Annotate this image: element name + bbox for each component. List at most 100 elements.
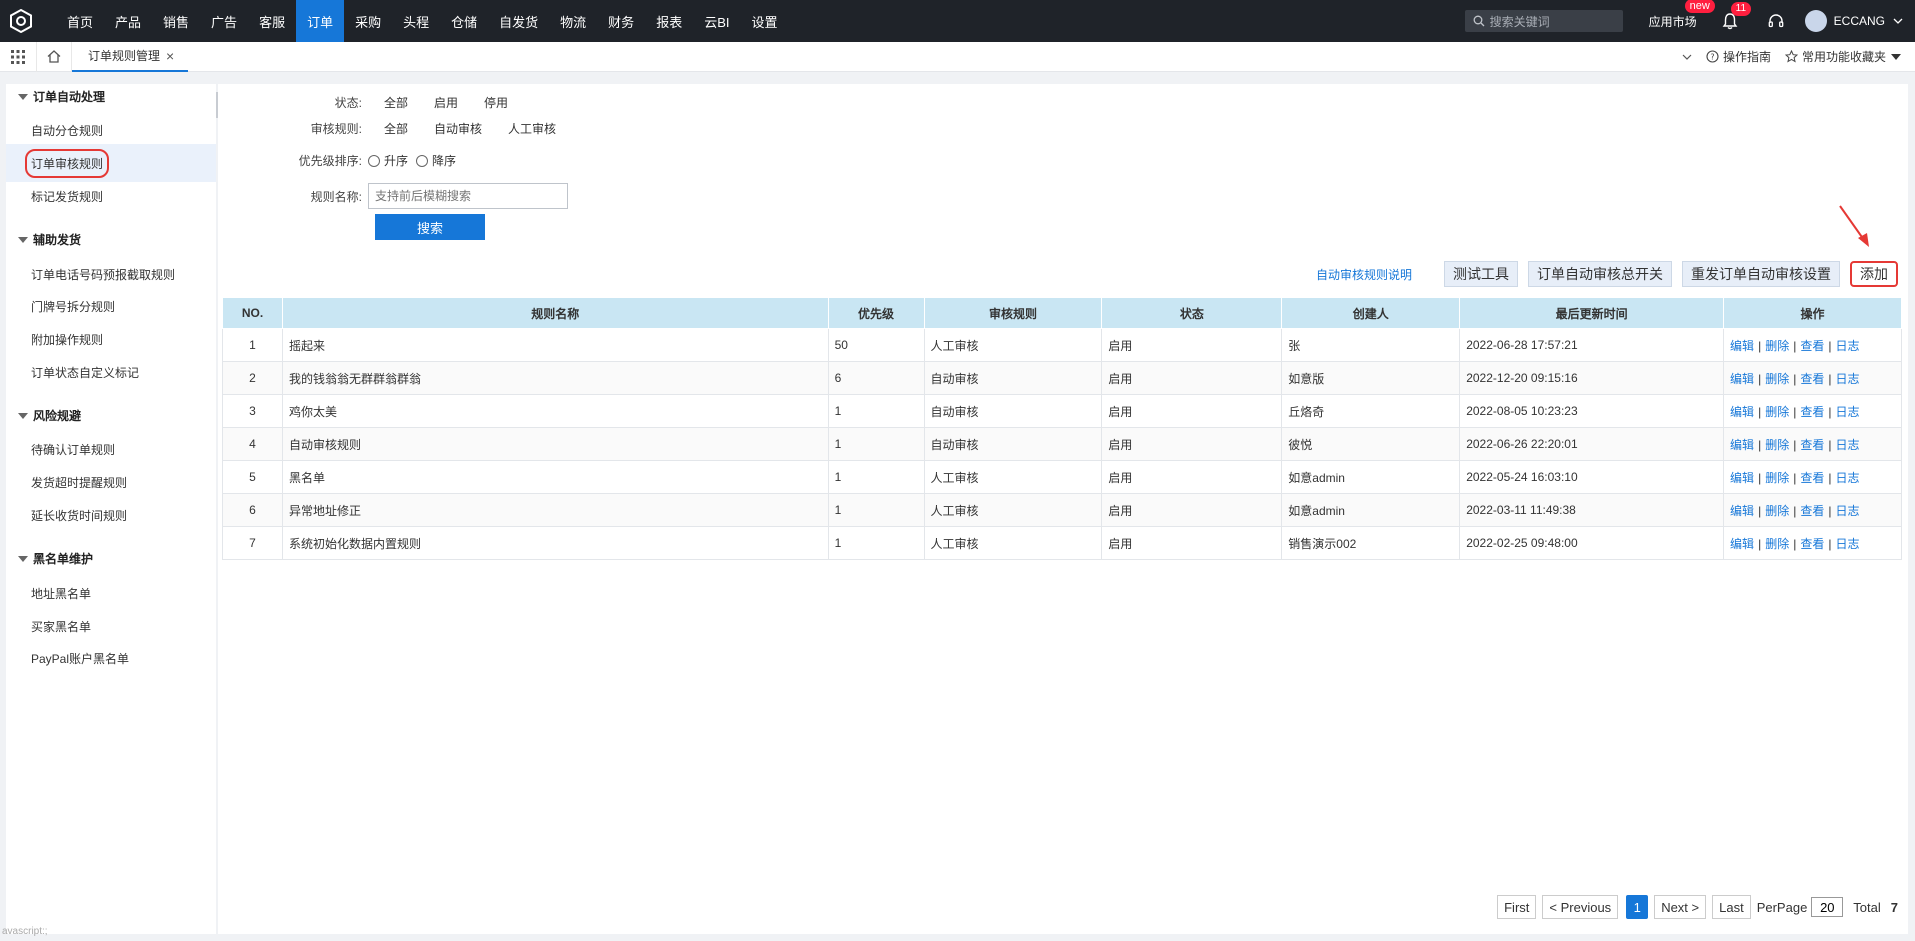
delete-link[interactable]: 删除 bbox=[1765, 471, 1789, 485]
delete-link[interactable]: 删除 bbox=[1765, 438, 1789, 452]
sidebar-group-2[interactable]: 风险规避 bbox=[18, 407, 81, 424]
menu-item-13[interactable]: 云BI bbox=[693, 0, 740, 42]
view-link[interactable]: 查看 bbox=[1800, 372, 1824, 386]
sidebar-group-1[interactable]: 辅助发货 bbox=[18, 231, 81, 248]
rule-name-input[interactable] bbox=[368, 183, 568, 209]
menu-item-3[interactable]: 广告 bbox=[200, 0, 248, 42]
view-link[interactable]: 查看 bbox=[1800, 471, 1824, 485]
rule-opt-manual[interactable]: 人工审核 bbox=[508, 120, 556, 137]
log-link[interactable]: 日志 bbox=[1835, 405, 1859, 419]
apps-grid-icon[interactable] bbox=[0, 42, 36, 72]
headset-icon[interactable] bbox=[1767, 12, 1785, 30]
table-row: 6 异常地址修正 1 人工审核 启用 如意admin 2022-03-11 11:49:38… bbox=[222, 493, 1902, 527]
last-page-button[interactable]: Last bbox=[1712, 895, 1751, 919]
avatar[interactable] bbox=[1804, 10, 1827, 32]
delete-link[interactable]: 删除 bbox=[1765, 537, 1789, 551]
sidebar-item-2-2[interactable]: 延长收货时间规则 bbox=[6, 496, 216, 534]
log-link[interactable]: 日志 bbox=[1835, 504, 1859, 518]
sort-asc-radio[interactable] bbox=[368, 154, 380, 167]
menu-item-10[interactable]: 物流 bbox=[549, 0, 597, 42]
menu-item-5[interactable]: 订单 bbox=[296, 0, 345, 42]
edit-link[interactable]: 编辑 bbox=[1730, 504, 1754, 518]
svg-text:?: ? bbox=[1710, 53, 1714, 62]
sidebar-group-0[interactable]: 订单自动处理 bbox=[18, 88, 105, 105]
menu-item-14[interactable]: 设置 bbox=[741, 0, 789, 42]
delete-link[interactable]: 删除 bbox=[1765, 339, 1789, 353]
global-search-input[interactable]: 搜索关键词 bbox=[1464, 10, 1623, 32]
bell-icon[interactable]: 11 bbox=[1721, 2, 1752, 30]
delete-link[interactable]: 删除 bbox=[1765, 504, 1789, 518]
next-page-button[interactable]: Next > bbox=[1654, 895, 1707, 919]
table-cell: 启用 bbox=[1101, 493, 1283, 527]
view-link[interactable]: 查看 bbox=[1800, 339, 1824, 353]
sidebar-item-0-2[interactable]: 标记发货规则 bbox=[6, 177, 216, 215]
master-switch-button[interactable]: 订单自动审核总开关 bbox=[1528, 261, 1672, 287]
table-cell: 2022-02-25 09:48:00 bbox=[1459, 526, 1725, 560]
view-link[interactable]: 查看 bbox=[1800, 438, 1824, 452]
view-link[interactable]: 查看 bbox=[1800, 504, 1824, 518]
edit-link[interactable]: 编辑 bbox=[1730, 438, 1754, 452]
chevron-down-icon[interactable] bbox=[1682, 52, 1692, 62]
menu-item-2[interactable]: 销售 bbox=[152, 0, 200, 42]
edit-link[interactable]: 编辑 bbox=[1730, 405, 1754, 419]
username[interactable]: ECCANG bbox=[1834, 14, 1885, 28]
menu-item-4[interactable]: 客服 bbox=[248, 0, 296, 42]
edit-link[interactable]: 编辑 bbox=[1730, 471, 1754, 485]
menu-item-12[interactable]: 报表 bbox=[645, 0, 693, 42]
guide-link[interactable]: ? 操作指南 bbox=[1706, 48, 1771, 65]
sidebar-item-1-3[interactable]: 订单状态自定义标记 bbox=[6, 353, 216, 391]
first-page-button[interactable]: First bbox=[1497, 895, 1537, 919]
sidebar-item-3-2[interactable]: PayPal账户黑名单 bbox=[6, 639, 216, 677]
perpage-input[interactable] bbox=[1811, 897, 1844, 917]
status-opt-disabled[interactable]: 停用 bbox=[484, 94, 508, 111]
column-header-3: 审核规则 bbox=[923, 297, 1103, 329]
test-tool-button[interactable]: 测试工具 bbox=[1444, 261, 1518, 287]
log-link[interactable]: 日志 bbox=[1835, 537, 1859, 551]
chevron-down-icon[interactable] bbox=[1893, 16, 1903, 26]
auto-review-help-link[interactable]: 自动审核规则说明 bbox=[1316, 266, 1412, 283]
rule-opt-all[interactable]: 全部 bbox=[384, 120, 408, 137]
menu-item-0[interactable]: 首页 bbox=[56, 0, 104, 42]
logo-icon[interactable] bbox=[0, 0, 42, 42]
menu-item-1[interactable]: 产品 bbox=[104, 0, 152, 42]
table-cell: 50 bbox=[827, 328, 925, 362]
edit-link[interactable]: 编辑 bbox=[1730, 339, 1754, 353]
edit-link[interactable]: 编辑 bbox=[1730, 537, 1754, 551]
view-link[interactable]: 查看 bbox=[1800, 405, 1824, 419]
log-link[interactable]: 日志 bbox=[1835, 372, 1859, 386]
sort-desc-radio[interactable] bbox=[416, 154, 429, 167]
resend-settings-button[interactable]: 重发订单自动审核设置 bbox=[1682, 261, 1840, 287]
close-icon[interactable]: × bbox=[166, 48, 174, 64]
status-opt-enabled[interactable]: 启用 bbox=[434, 94, 458, 111]
view-link[interactable]: 查看 bbox=[1800, 537, 1824, 551]
delete-link[interactable]: 删除 bbox=[1765, 405, 1789, 419]
log-link[interactable]: 日志 bbox=[1835, 438, 1859, 452]
status-opt-all[interactable]: 全部 bbox=[384, 94, 408, 111]
favorites-link[interactable]: 常用功能收藏夹 bbox=[1784, 48, 1905, 65]
home-icon[interactable] bbox=[36, 41, 72, 72]
menu-item-7[interactable]: 头程 bbox=[392, 0, 440, 42]
sidebar-group-3[interactable]: 黑名单维护 bbox=[18, 550, 93, 567]
sort-asc-label[interactable]: 升序 bbox=[384, 152, 408, 169]
menu-item-9[interactable]: 自发货 bbox=[488, 0, 549, 42]
menu-item-6[interactable]: 采购 bbox=[344, 0, 392, 42]
log-link[interactable]: 日志 bbox=[1835, 471, 1859, 485]
sidebar-group-title: 黑名单维护 bbox=[33, 552, 94, 566]
prev-page-button[interactable]: < Previous bbox=[1542, 895, 1619, 919]
rule-opt-auto[interactable]: 自动审核 bbox=[434, 120, 482, 137]
add-button[interactable]: 添加 bbox=[1850, 261, 1898, 287]
sidebar-item-label: 附加操作规则 bbox=[31, 332, 104, 347]
menu-item-8[interactable]: 仓储 bbox=[440, 0, 488, 42]
search-button[interactable]: 搜索 bbox=[375, 214, 485, 240]
log-link[interactable]: 日志 bbox=[1835, 339, 1859, 353]
tab-order-rules[interactable]: 订单规则管理 × bbox=[72, 42, 189, 72]
edit-link[interactable]: 编辑 bbox=[1730, 372, 1754, 386]
menu-item-11[interactable]: 财务 bbox=[597, 0, 645, 42]
delete-link[interactable]: 删除 bbox=[1765, 372, 1789, 386]
caret-down-icon bbox=[1891, 53, 1901, 60]
sort-desc-label[interactable]: 降序 bbox=[432, 152, 456, 169]
app-market-link[interactable]: 应用市场 new bbox=[1649, 0, 1715, 30]
current-page[interactable]: 1 bbox=[1626, 895, 1649, 919]
table-cell: 启用 bbox=[1101, 427, 1283, 461]
total-count: 7 bbox=[1890, 899, 1898, 915]
